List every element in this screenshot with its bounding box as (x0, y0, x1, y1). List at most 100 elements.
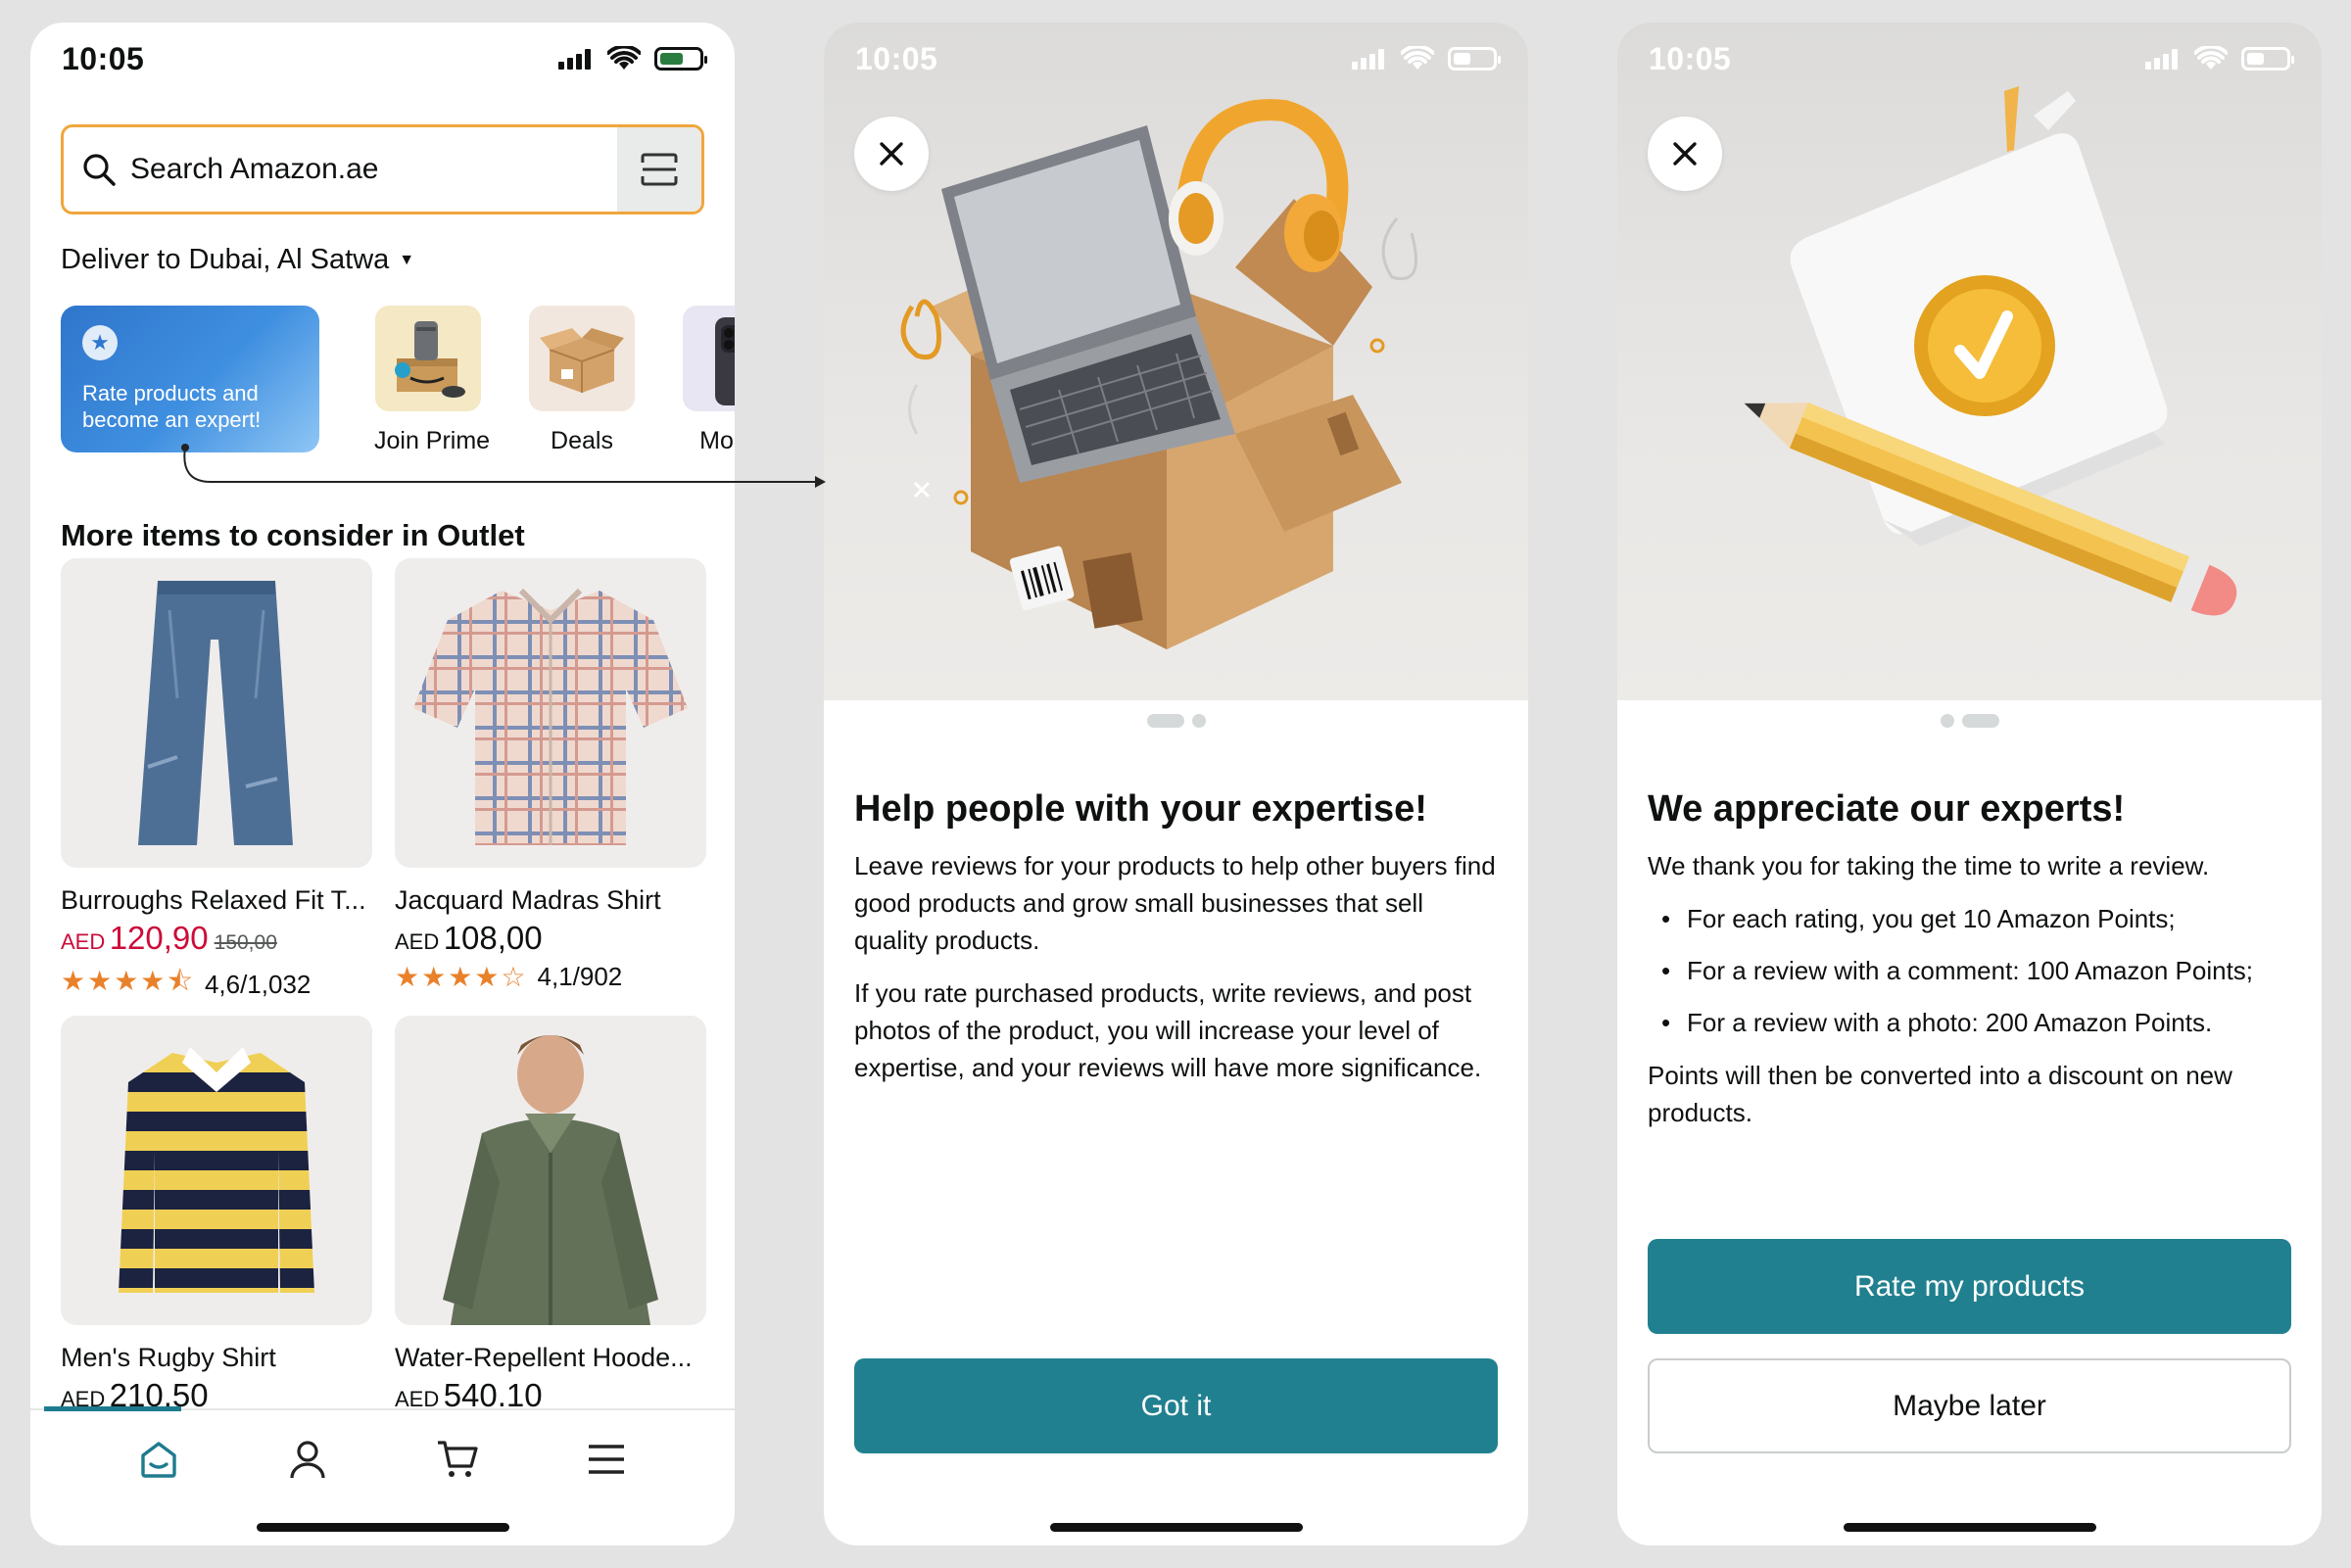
product-rating: ★★★★☆ 4,1/902 (395, 962, 623, 992)
points-list-item: For each rating, you get 10 Amazon Point… (1648, 900, 2294, 937)
section-title: More items to consider in Outlet (61, 518, 525, 552)
wifi-icon (607, 46, 641, 70)
modal-title: We appreciate our experts! (1648, 788, 2126, 830)
deliver-label: Deliver to Dubai, Al Satwa (61, 244, 390, 275)
product-card[interactable]: Water-Repellent Hoode... AED 540.10 (395, 1016, 706, 1414)
maybe-later-button[interactable]: Maybe later (1648, 1358, 2291, 1453)
cart-icon (437, 1441, 478, 1477)
active-tab-indicator (44, 1406, 181, 1411)
pencil-check-illustration (1744, 86, 2237, 616)
product-image[interactable] (395, 1016, 706, 1325)
points-list-item: For a review with a photo: 200 Amazon Po… (1648, 1004, 2294, 1041)
product-rating: ★★★★⯪ 4,6/1,032 (61, 961, 372, 1008)
category-label: Join Prime (374, 427, 491, 454)
category-join-prime[interactable]: Join Prime (374, 306, 491, 455)
points-list-item: For a review with a comment: 100 Amazon … (1648, 952, 2294, 989)
home-icon (141, 1442, 176, 1478)
category-deals[interactable]: Deals (528, 306, 636, 455)
battery-icon (654, 47, 707, 71)
rating-stars-icon: ★★★★☆ (395, 962, 528, 992)
product-name: Men's Rugby Shirt (61, 1343, 276, 1372)
signal-icon (1352, 48, 1387, 70)
rate-my-products-button[interactable]: Rate my products (1648, 1239, 2291, 1334)
rate-products-card[interactable]: ★ Rate products and become an expert! (61, 306, 319, 452)
status-time: 10:05 (855, 40, 938, 76)
product-card[interactable]: Burroughs Relaxed Fit T... AED 120,90 150… (61, 558, 372, 1008)
page-dot[interactable] (1191, 714, 1206, 728)
page-dot-active[interactable] (1146, 714, 1184, 728)
page-indicator (1617, 714, 2322, 728)
product-price: AED 120,90 150,00 (61, 920, 277, 956)
status-bar: 10:05 (824, 23, 1528, 95)
account-icon (290, 1441, 325, 1479)
product-name: Jacquard Madras Shirt (395, 885, 661, 915)
laptop-box-illustration (900, 99, 1417, 649)
mobile-thumbnail (683, 306, 735, 411)
wifi-icon (2194, 46, 2228, 70)
hero-illustration (824, 23, 1528, 700)
menu-icon (588, 1445, 624, 1474)
close-button[interactable] (854, 117, 929, 191)
close-icon (880, 142, 903, 166)
page-dot[interactable] (1940, 714, 1954, 728)
signal-icon (2145, 48, 2181, 70)
product-name: Water-Repellent Hoode... (395, 1343, 693, 1372)
rugby-shirt-image (119, 1047, 314, 1293)
product-card[interactable]: Men's Rugby Shirt AED 210.50 (61, 1016, 372, 1414)
hooded-jacket-image (443, 1035, 658, 1325)
search-bar[interactable]: Search Amazon.ae (61, 124, 704, 214)
tab-menu[interactable] (575, 1428, 638, 1491)
product-name: Burroughs Relaxed Fit T... (61, 885, 366, 915)
product-image[interactable] (395, 558, 706, 868)
search-icon (83, 154, 116, 186)
jeans-image (138, 581, 293, 845)
plaid-shirt-image (413, 588, 688, 845)
modal-body: We thank you for taking the time to writ… (1648, 847, 2294, 1147)
phone-icon (715, 317, 735, 405)
page-dot-active[interactable] (1961, 714, 1999, 728)
status-time: 10:05 (1649, 40, 1732, 76)
bottom-tab-bar (30, 1406, 735, 1545)
tab-cart[interactable] (426, 1428, 489, 1491)
modal-body: Leave reviews for your products to help … (854, 847, 1501, 1102)
modal-paragraph: If you rate purchased products, write re… (854, 978, 1482, 1082)
modal-paragraph: Leave reviews for your products to help … (854, 851, 1496, 955)
wifi-icon (1401, 46, 1434, 70)
home-indicator (1049, 1523, 1303, 1532)
home-indicator (1843, 1523, 2096, 1532)
category-label: Mobile (699, 427, 735, 454)
scan-icon (641, 153, 678, 186)
deliver-location[interactable]: Deliver to Dubai, Al Satwa ▼ (61, 244, 414, 276)
caret-down-icon: ▼ (399, 252, 415, 269)
product-price: AED 108,00 (395, 920, 543, 956)
modal-intro: We thank you for taking the time to writ… (1648, 851, 2210, 880)
deals-thumbnail (529, 306, 635, 411)
page-indicator (824, 714, 1528, 728)
status-bar: 10:05 (1617, 23, 2322, 95)
product-card[interactable]: Jacquard Madras Shirt AED 108,00 ★★★★☆ 4,… (395, 558, 706, 993)
rate-card-text: Rate products and become an expert! (82, 381, 262, 432)
rating-stars-icon: ★★★★⯪ (61, 966, 195, 996)
hero-illustration (1617, 23, 2322, 700)
modal-outro: Points will then be converted into a dis… (1648, 1061, 2232, 1127)
signal-icon (558, 48, 594, 70)
original-price: 150,00 (214, 931, 277, 954)
home-indicator (256, 1523, 509, 1532)
category-row: ★ Rate products and become an expert! Jo… (61, 306, 735, 462)
category-mobile[interactable]: Mobile (682, 306, 735, 455)
search-input[interactable]: Search Amazon.ae (130, 153, 617, 186)
status-bar: 10:05 (30, 23, 735, 95)
scan-button[interactable] (617, 127, 701, 212)
product-image[interactable] (61, 1016, 372, 1325)
status-time: 10:05 (62, 40, 145, 76)
experts-rewards-screen: 10:05 We appreciate our experts! We than… (1617, 23, 2322, 1545)
tab-account[interactable] (276, 1428, 339, 1491)
got-it-button[interactable]: Got it (854, 1358, 1498, 1453)
box-icon (540, 328, 624, 393)
prime-thumbnail (375, 306, 481, 411)
tab-home[interactable] (127, 1428, 190, 1491)
star-badge-icon: ★ (82, 325, 118, 360)
product-image[interactable] (61, 558, 372, 868)
close-button[interactable] (1648, 117, 1722, 191)
battery-icon (1448, 47, 1501, 71)
